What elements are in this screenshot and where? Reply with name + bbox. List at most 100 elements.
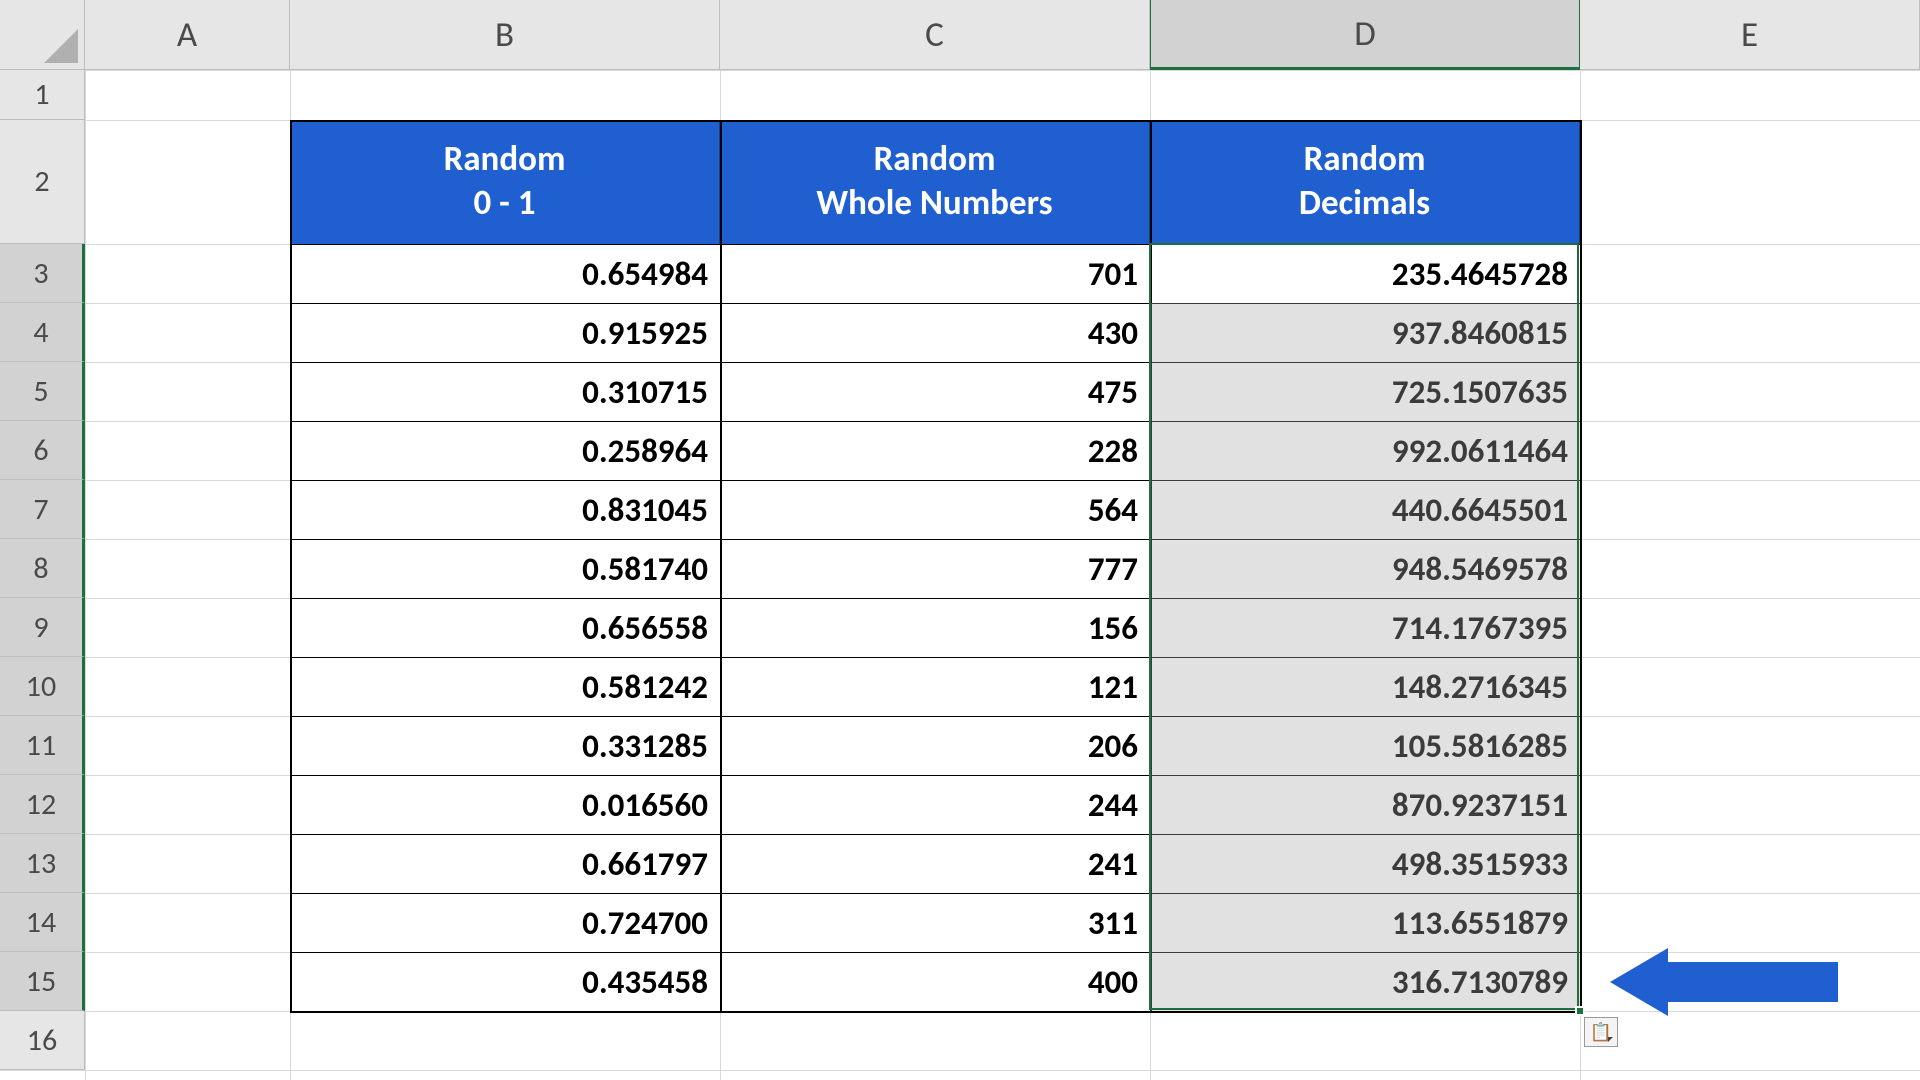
cell-value: 244	[1088, 785, 1138, 825]
cell-B5[interactable]: 0.310715	[290, 362, 720, 421]
cell-B11[interactable]: 0.331285	[290, 716, 720, 775]
cell-D3[interactable]: 235.4645728	[1150, 244, 1580, 303]
table-border	[290, 1011, 1580, 1012]
row-header-11[interactable]: 11	[0, 716, 85, 775]
cell-value: 311	[1088, 903, 1138, 943]
cell-B7[interactable]: 0.831045	[290, 480, 720, 539]
cell-C15[interactable]: 400	[720, 952, 1150, 1011]
column-header-A[interactable]: A	[85, 0, 290, 70]
cell-value: 475	[1088, 372, 1138, 412]
cell-D6[interactable]: 992.0611464	[1150, 421, 1580, 480]
cell-C4[interactable]: 430	[720, 303, 1150, 362]
row-header-12[interactable]: 12	[0, 775, 85, 834]
column-header-E[interactable]: E	[1580, 0, 1920, 70]
row-header-8[interactable]: 8	[0, 539, 85, 598]
cell-value: 235.4645728	[1392, 254, 1568, 294]
cell-C12[interactable]: 244	[720, 775, 1150, 834]
row-header-9[interactable]: 9	[0, 598, 85, 657]
cell-B14[interactable]: 0.724700	[290, 893, 720, 952]
cell-C8[interactable]: 777	[720, 539, 1150, 598]
arrow-head-icon	[1610, 948, 1668, 1016]
cell-value: 0.331285	[582, 726, 708, 766]
cell-value: 0.831045	[582, 490, 708, 530]
cell-D8[interactable]: 948.5469578	[1150, 539, 1580, 598]
cell-value: 430	[1088, 313, 1138, 353]
table-border	[290, 120, 292, 1011]
cell-value: 228	[1088, 431, 1138, 471]
cell-D14[interactable]: 113.6551879	[1150, 893, 1580, 952]
cell-C9[interactable]: 156	[720, 598, 1150, 657]
column-header-C[interactable]: C	[720, 0, 1150, 70]
cell-B9[interactable]: 0.656558	[290, 598, 720, 657]
cell-B6[interactable]: 0.258964	[290, 421, 720, 480]
cell-B8[interactable]: 0.581740	[290, 539, 720, 598]
cell-D10[interactable]: 148.2716345	[1150, 657, 1580, 716]
table-border	[290, 303, 1580, 304]
cell-value: 714.1767395	[1392, 608, 1568, 648]
row-header-3[interactable]: 3	[0, 244, 85, 303]
cell-D12[interactable]: 870.9237151	[1150, 775, 1580, 834]
table-border	[720, 120, 722, 1011]
row-header-6[interactable]: 6	[0, 421, 85, 480]
cell-B12[interactable]: 0.016560	[290, 775, 720, 834]
row-header-2[interactable]: 2	[0, 120, 85, 244]
table-header-C[interactable]: RandomWhole Numbers	[720, 120, 1150, 244]
cell-C7[interactable]: 564	[720, 480, 1150, 539]
table-header-B[interactable]: Random0 - 1	[290, 120, 720, 244]
cell-value: 440.6645501	[1392, 490, 1568, 530]
spreadsheet-grid[interactable]: ABCDE12345678910111213141516Random0 - 1R…	[0, 0, 1920, 1080]
table-header-line2: Decimals	[1299, 182, 1430, 226]
cell-D11[interactable]: 105.5816285	[1150, 716, 1580, 775]
cell-value: 0.581242	[582, 667, 708, 707]
cell-C3[interactable]: 701	[720, 244, 1150, 303]
table-header-line2: 0 - 1	[473, 182, 535, 226]
cell-D15[interactable]: 316.7130789	[1150, 952, 1580, 1011]
cell-value: 0.915925	[582, 313, 708, 353]
row-header-13[interactable]: 13	[0, 834, 85, 893]
table-border	[290, 120, 1580, 122]
paste-options-icon[interactable]: 📋	[1584, 1017, 1618, 1047]
cell-value: 0.016560	[582, 785, 708, 825]
cell-value: 241	[1088, 844, 1138, 884]
arrow-shaft	[1668, 962, 1838, 1002]
cell-value: 0.654984	[582, 254, 708, 294]
cell-C6[interactable]: 228	[720, 421, 1150, 480]
column-header-D[interactable]: D	[1150, 0, 1580, 70]
cell-value: 777	[1088, 549, 1138, 589]
cell-D5[interactable]: 725.1507635	[1150, 362, 1580, 421]
column-header-label: D	[1354, 13, 1376, 55]
row-header-16[interactable]: 16	[0, 1011, 85, 1070]
cell-D4[interactable]: 937.8460815	[1150, 303, 1580, 362]
cell-D9[interactable]: 714.1767395	[1150, 598, 1580, 657]
cell-value: 870.9237151	[1392, 785, 1568, 825]
cell-C10[interactable]: 121	[720, 657, 1150, 716]
cell-value: 0.581740	[582, 549, 708, 589]
table-header-D[interactable]: RandomDecimals	[1150, 120, 1580, 244]
cell-D13[interactable]: 498.3515933	[1150, 834, 1580, 893]
cell-B15[interactable]: 0.435458	[290, 952, 720, 1011]
select-all-triangle[interactable]	[0, 0, 85, 70]
row-header-10[interactable]: 10	[0, 657, 85, 716]
cell-B3[interactable]: 0.654984	[290, 244, 720, 303]
cell-D7[interactable]: 440.6645501	[1150, 480, 1580, 539]
cell-B13[interactable]: 0.661797	[290, 834, 720, 893]
column-header-label: B	[495, 14, 514, 56]
cell-value: 148.2716345	[1392, 667, 1568, 707]
cell-value: 156	[1088, 608, 1138, 648]
row-header-14[interactable]: 14	[0, 893, 85, 952]
cell-B4[interactable]: 0.915925	[290, 303, 720, 362]
cell-C14[interactable]: 311	[720, 893, 1150, 952]
row-header-1[interactable]: 1	[0, 70, 85, 120]
cell-C11[interactable]: 206	[720, 716, 1150, 775]
cell-C5[interactable]: 475	[720, 362, 1150, 421]
row-header-15[interactable]: 15	[0, 952, 85, 1011]
row-header-4[interactable]: 4	[0, 303, 85, 362]
column-header-B[interactable]: B	[290, 0, 720, 70]
table-border	[290, 598, 1580, 599]
cell-B10[interactable]: 0.581242	[290, 657, 720, 716]
cell-C13[interactable]: 241	[720, 834, 1150, 893]
table-header-line1: Random	[444, 138, 566, 182]
cell-value: 948.5469578	[1392, 549, 1568, 589]
row-header-7[interactable]: 7	[0, 480, 85, 539]
row-header-5[interactable]: 5	[0, 362, 85, 421]
